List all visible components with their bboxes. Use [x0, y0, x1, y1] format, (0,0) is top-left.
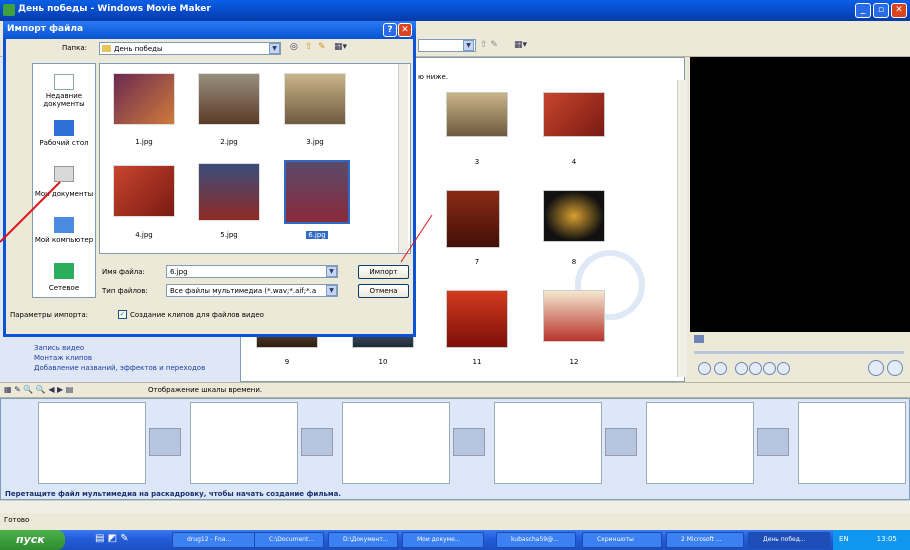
annotation-arrow-left — [0, 181, 61, 243]
annotation-overlay — [0, 181, 433, 263]
annotation-line-right — [400, 214, 433, 263]
